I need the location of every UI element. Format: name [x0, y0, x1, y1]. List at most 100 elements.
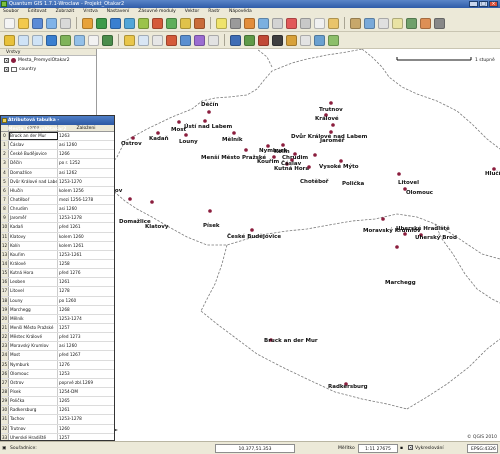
scale-bar-icon[interactable] [286, 34, 297, 46]
cell-name[interactable]: Dvůr Králové nad Labem [9, 177, 58, 186]
cell-zalozeni[interactable]: po 1260 [58, 297, 114, 305]
table-row[interactable]: 10 Kadaň před 1261 [1, 223, 114, 233]
save-edits-icon[interactable] [230, 17, 241, 29]
cell-name[interactable]: Písek [9, 387, 58, 397]
city-point[interactable] [331, 123, 335, 127]
cell-zalozeni[interactable]: mezi 1256-1278 [58, 196, 114, 204]
layer-visibility-checkbox[interactable]: ✕ [4, 67, 9, 72]
cell-zalozeni[interactable]: 1268 [58, 306, 114, 314]
select-icon[interactable] [138, 34, 149, 46]
table-row[interactable]: 24 Most před 1267 [1, 351, 114, 361]
map-canvas[interactable]: Děčín Ústí nad Labem Most Ostrov Kadaň Louny M… [97, 49, 500, 441]
menu-editovat[interactable]: Editovat [28, 8, 47, 15]
table-row[interactable]: 16 Leoben 1261 [1, 278, 114, 288]
new-bookmark-icon[interactable] [434, 17, 445, 29]
cell-zalozeni[interactable]: 1258 [58, 260, 114, 268]
table-row[interactable]: 25 Nymburk 1276 [1, 360, 114, 370]
coordinate-capture-icon[interactable] [328, 34, 339, 46]
text-annotation-icon[interactable] [208, 34, 219, 46]
cell-name[interactable]: Kouřim [9, 250, 58, 259]
table-row[interactable]: 29 Polička 1265 [1, 397, 114, 407]
cell-zalozeni[interactable]: kolem 1261 [58, 242, 114, 250]
undo-icon[interactable] [350, 17, 361, 29]
zoom-full-icon[interactable] [46, 34, 57, 46]
table-row[interactable]: 3 Děčín po r. 1252 [1, 159, 114, 169]
city-point[interactable] [307, 165, 311, 169]
open-project-icon[interactable] [18, 17, 29, 29]
add-raster-layer-icon[interactable] [110, 17, 121, 29]
redo-icon[interactable] [364, 17, 375, 29]
table-row[interactable]: 2 České Budějovice 1266 [1, 150, 114, 160]
table-row[interactable]: 18 Louny po 1260 [1, 296, 114, 306]
cell-zalozeni[interactable]: 1276 [58, 361, 114, 369]
table-row[interactable]: 23 Moravský Krumlov asi 1260 [1, 342, 114, 352]
add-spatialite-layer-icon[interactable] [138, 17, 149, 29]
city-point[interactable] [203, 119, 207, 123]
layer-item-country[interactable]: ✕ country [0, 65, 96, 74]
table-row[interactable]: 27 Ostrov poprvé zbl.1269 [1, 378, 114, 388]
row-number[interactable]: 5 [1, 177, 9, 186]
table-row[interactable]: 11 Klatovy kolem 1260 [1, 232, 114, 242]
cell-name[interactable]: Most [9, 351, 58, 360]
cell-zalozeni[interactable]: před 1276 [58, 269, 114, 277]
menu-vrstva[interactable]: Vrstva [83, 8, 97, 15]
row-number[interactable]: 29 [1, 397, 9, 406]
cell-name[interactable]: České Budějovice [9, 150, 58, 159]
toggle-extents-icon[interactable]: ▣ [2, 444, 6, 453]
cell-zalozeni[interactable]: kolem 1256 [58, 187, 114, 195]
cell-zalozeni[interactable]: 1254-DM [58, 388, 114, 396]
save-as-icon[interactable] [46, 17, 57, 29]
scale-input[interactable]: 1:11 27675 [358, 444, 398, 453]
cell-name[interactable]: Marchegg [9, 305, 58, 314]
close-button[interactable]: × [489, 1, 498, 7]
menu-napoveda[interactable]: Nápověda [229, 8, 252, 15]
city-point[interactable] [207, 110, 211, 114]
zoom-last-icon[interactable] [88, 34, 99, 46]
cell-name[interactable]: Louny [9, 296, 58, 305]
maximize-button[interactable]: □ [479, 1, 488, 7]
city-point[interactable] [339, 159, 343, 163]
cell-name[interactable]: Polička [9, 397, 58, 406]
table-row[interactable]: 21 Menší Město Pražské 1257 [1, 323, 114, 334]
cell-name[interactable]: Hlučín [9, 186, 58, 195]
row-number[interactable]: 27 [1, 378, 9, 387]
cell-name[interactable]: Litovel [9, 287, 58, 296]
row-number[interactable]: 21 [1, 323, 9, 333]
city-point[interactable] [329, 101, 333, 105]
cell-name[interactable]: Menší Město Pražské [9, 323, 58, 333]
cell-name[interactable]: Leoben [9, 278, 58, 287]
table-row[interactable]: 19 Marchegg 1268 [1, 305, 114, 315]
copyright-label-icon[interactable] [300, 34, 311, 46]
row-number[interactable]: 25 [1, 360, 9, 369]
north-arrow-icon[interactable] [272, 34, 283, 46]
add-vector-layer-icon[interactable] [96, 17, 107, 29]
row-number[interactable]: 6 [1, 186, 9, 195]
city-point[interactable] [131, 136, 135, 140]
table-row[interactable]: 32 Trutnov 1260 [1, 424, 114, 434]
identify-icon[interactable] [378, 17, 389, 29]
row-number[interactable]: 12 [1, 241, 9, 250]
cell-zalozeni[interactable]: 1253-1278 [58, 214, 114, 222]
measure-line-icon[interactable] [166, 34, 177, 46]
table-row[interactable]: 5 Dvůr Králové nad Labem 1253-1270 [1, 177, 114, 187]
menu-zobrazit[interactable]: Zobrazit [56, 8, 75, 15]
city-point[interactable] [184, 133, 188, 137]
cell-name[interactable]: Čáslav [9, 141, 58, 150]
table-row[interactable]: 33 Uherské Hradiště 1257 [1, 433, 114, 440]
city-point[interactable] [128, 197, 132, 201]
cell-zalozeni[interactable]: asi 1260 [58, 141, 114, 149]
table-row[interactable]: 28 Písek 1254-DM [1, 387, 114, 398]
cell-name[interactable]: Trutnov [9, 424, 58, 433]
cell-name[interactable]: Moravský Krumlov [9, 342, 58, 351]
gps-icon[interactable] [230, 34, 241, 46]
cell-zalozeni[interactable]: po r. 1252 [58, 159, 114, 167]
row-number[interactable]: 11 [1, 232, 9, 241]
city-point[interactable] [177, 120, 181, 124]
attribute-table-window[interactable]: Atributová tabulka - Mesta_PremyslOtakar… [0, 115, 115, 441]
remove-layer-icon[interactable] [194, 17, 205, 29]
row-number[interactable]: 4 [1, 168, 9, 177]
row-number[interactable]: 26 [1, 369, 9, 378]
minimize-button[interactable]: _ [469, 1, 478, 7]
crs-button[interactable]: EPSG:4326 [467, 444, 498, 453]
cell-zalozeni[interactable]: 1265 [58, 397, 114, 405]
